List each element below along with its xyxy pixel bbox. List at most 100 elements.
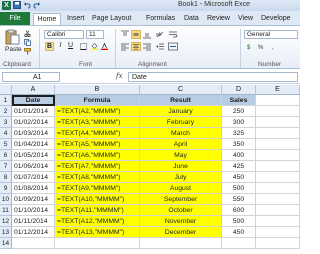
cell-formula[interactable]: =TEXT(A2,"MMMM") [55, 106, 140, 117]
cell-sales[interactable]: 450 [222, 227, 256, 238]
copy-icon[interactable] [24, 39, 31, 46]
font-color-icon[interactable] [101, 43, 108, 50]
row-header[interactable]: 11 [0, 205, 12, 216]
cell-empty[interactable] [140, 238, 222, 249]
merge-center-icon[interactable] [168, 42, 178, 51]
cell-empty[interactable] [256, 128, 300, 139]
row-header[interactable]: 13 [0, 227, 12, 238]
cell-result[interactable]: July [140, 172, 222, 183]
fill-color-icon[interactable] [91, 43, 98, 50]
cell-date[interactable]: 01/01/2014 [12, 106, 55, 117]
format-painter-icon[interactable] [24, 48, 31, 55]
cell-result[interactable]: January [140, 106, 222, 117]
cell-sales[interactable]: 325 [222, 128, 256, 139]
cut-icon[interactable] [24, 30, 31, 37]
excel-logo-icon[interactable]: X [2, 1, 11, 10]
cell-result[interactable]: November [140, 216, 222, 227]
cell-date[interactable]: 01/05/2014 [12, 150, 55, 161]
cell-result[interactable]: May [140, 150, 222, 161]
cell-date[interactable]: 01/03/2014 [12, 128, 55, 139]
tab-page-layout[interactable]: Page Layout [92, 13, 131, 25]
cell-date[interactable]: 01/04/2014 [12, 139, 55, 150]
cell-sales[interactable]: 450 [222, 172, 256, 183]
align-middle-icon[interactable] [131, 30, 141, 39]
align-bottom-icon[interactable] [142, 30, 152, 39]
row-header[interactable]: 7 [0, 161, 12, 172]
comma-style-icon[interactable]: , [270, 43, 277, 50]
cell-empty[interactable] [222, 238, 256, 249]
cell-date[interactable]: 01/06/2014 [12, 161, 55, 172]
cell-formula[interactable]: =TEXT(A7,"MMMM") [55, 161, 140, 172]
cell-formula[interactable]: =TEXT(A8,"MMMM") [55, 172, 140, 183]
cell-sales[interactable]: 250 [222, 106, 256, 117]
cell-result[interactable]: August [140, 183, 222, 194]
cell-result[interactable]: March [140, 128, 222, 139]
cell-date[interactable]: 01/07/2014 [12, 172, 55, 183]
tab-formulas[interactable]: Formulas [146, 13, 175, 25]
paste-icon[interactable] [4, 29, 20, 45]
bold-button[interactable]: B [45, 42, 54, 51]
row-header[interactable]: 1 [0, 95, 12, 106]
cell-empty[interactable] [256, 139, 300, 150]
cell-formula[interactable]: =TEXT(A10,"MMMM") [55, 194, 140, 205]
cell-sales[interactable]: 300 [222, 117, 256, 128]
formula-input[interactable]: Date [128, 72, 298, 82]
cell-date[interactable]: 01/09/2014 [12, 194, 55, 205]
borders-icon[interactable] [80, 43, 87, 50]
cell-formula[interactable]: =TEXT(A12,"MMMM") [55, 216, 140, 227]
align-top-icon[interactable] [120, 30, 130, 39]
number-format-dropdown[interactable]: General [244, 30, 298, 39]
header-cell[interactable]: Formula [55, 95, 140, 106]
cell-result[interactable]: October [140, 205, 222, 216]
row-header[interactable]: 6 [0, 150, 12, 161]
row-header[interactable]: 8 [0, 172, 12, 183]
row-header[interactable]: 14 [0, 238, 12, 249]
font-size-dropdown[interactable]: 11 [86, 30, 104, 39]
row-header[interactable]: 10 [0, 194, 12, 205]
italic-button[interactable]: I [56, 42, 65, 51]
cell-formula[interactable]: =TEXT(A3,"MMMM") [55, 117, 140, 128]
cell-date[interactable]: 01/10/2014 [12, 205, 55, 216]
cell-empty[interactable] [256, 106, 300, 117]
align-center-icon[interactable] [131, 42, 141, 51]
orientation-icon[interactable]: ab [155, 30, 165, 39]
align-right-icon[interactable] [142, 42, 152, 51]
undo-icon[interactable] [23, 1, 31, 9]
cell-formula[interactable]: =TEXT(A11,"MMMM") [55, 205, 140, 216]
cell-empty[interactable] [55, 238, 140, 249]
cell-empty[interactable] [256, 183, 300, 194]
row-header[interactable]: 2 [0, 106, 12, 117]
cell-date[interactable]: 01/02/2014 [12, 117, 55, 128]
currency-icon[interactable]: $ [246, 43, 253, 50]
cell-result[interactable]: June [140, 161, 222, 172]
redo-icon[interactable] [33, 1, 41, 9]
cell-formula[interactable]: =TEXT(A5,"MMMM") [55, 139, 140, 150]
font-name-dropdown[interactable]: Calibri [44, 30, 84, 39]
cell-sales[interactable]: 350 [222, 139, 256, 150]
cell-sales[interactable]: 500 [222, 216, 256, 227]
row-header[interactable]: 5 [0, 139, 12, 150]
cell-empty[interactable] [256, 216, 300, 227]
cell-sales[interactable]: 425 [222, 161, 256, 172]
cell-sales[interactable]: 600 [222, 205, 256, 216]
percent-icon[interactable]: % [258, 43, 265, 50]
tab-data[interactable]: Data [184, 13, 199, 25]
paste-button-label[interactable]: Paste [5, 46, 22, 53]
align-left-icon[interactable] [120, 42, 130, 51]
cell-empty[interactable] [256, 172, 300, 183]
tab-developer[interactable]: Develope [261, 13, 291, 25]
column-header-d[interactable]: D [222, 85, 256, 95]
column-header-b[interactable]: B [55, 85, 140, 95]
cell-sales[interactable]: 500 [222, 183, 256, 194]
decrease-indent-icon[interactable] [155, 42, 165, 51]
tab-home[interactable]: Home [33, 13, 61, 25]
cell-sales[interactable]: 400 [222, 150, 256, 161]
cell-empty[interactable] [256, 117, 300, 128]
wrap-text-icon[interactable] [168, 30, 178, 39]
select-all-corner[interactable] [0, 85, 12, 95]
cell-result[interactable]: February [140, 117, 222, 128]
column-header-a[interactable]: A [12, 85, 55, 95]
cell-empty[interactable] [256, 95, 300, 106]
header-cell[interactable]: Date [12, 95, 55, 106]
tab-insert[interactable]: Insert [67, 13, 85, 25]
